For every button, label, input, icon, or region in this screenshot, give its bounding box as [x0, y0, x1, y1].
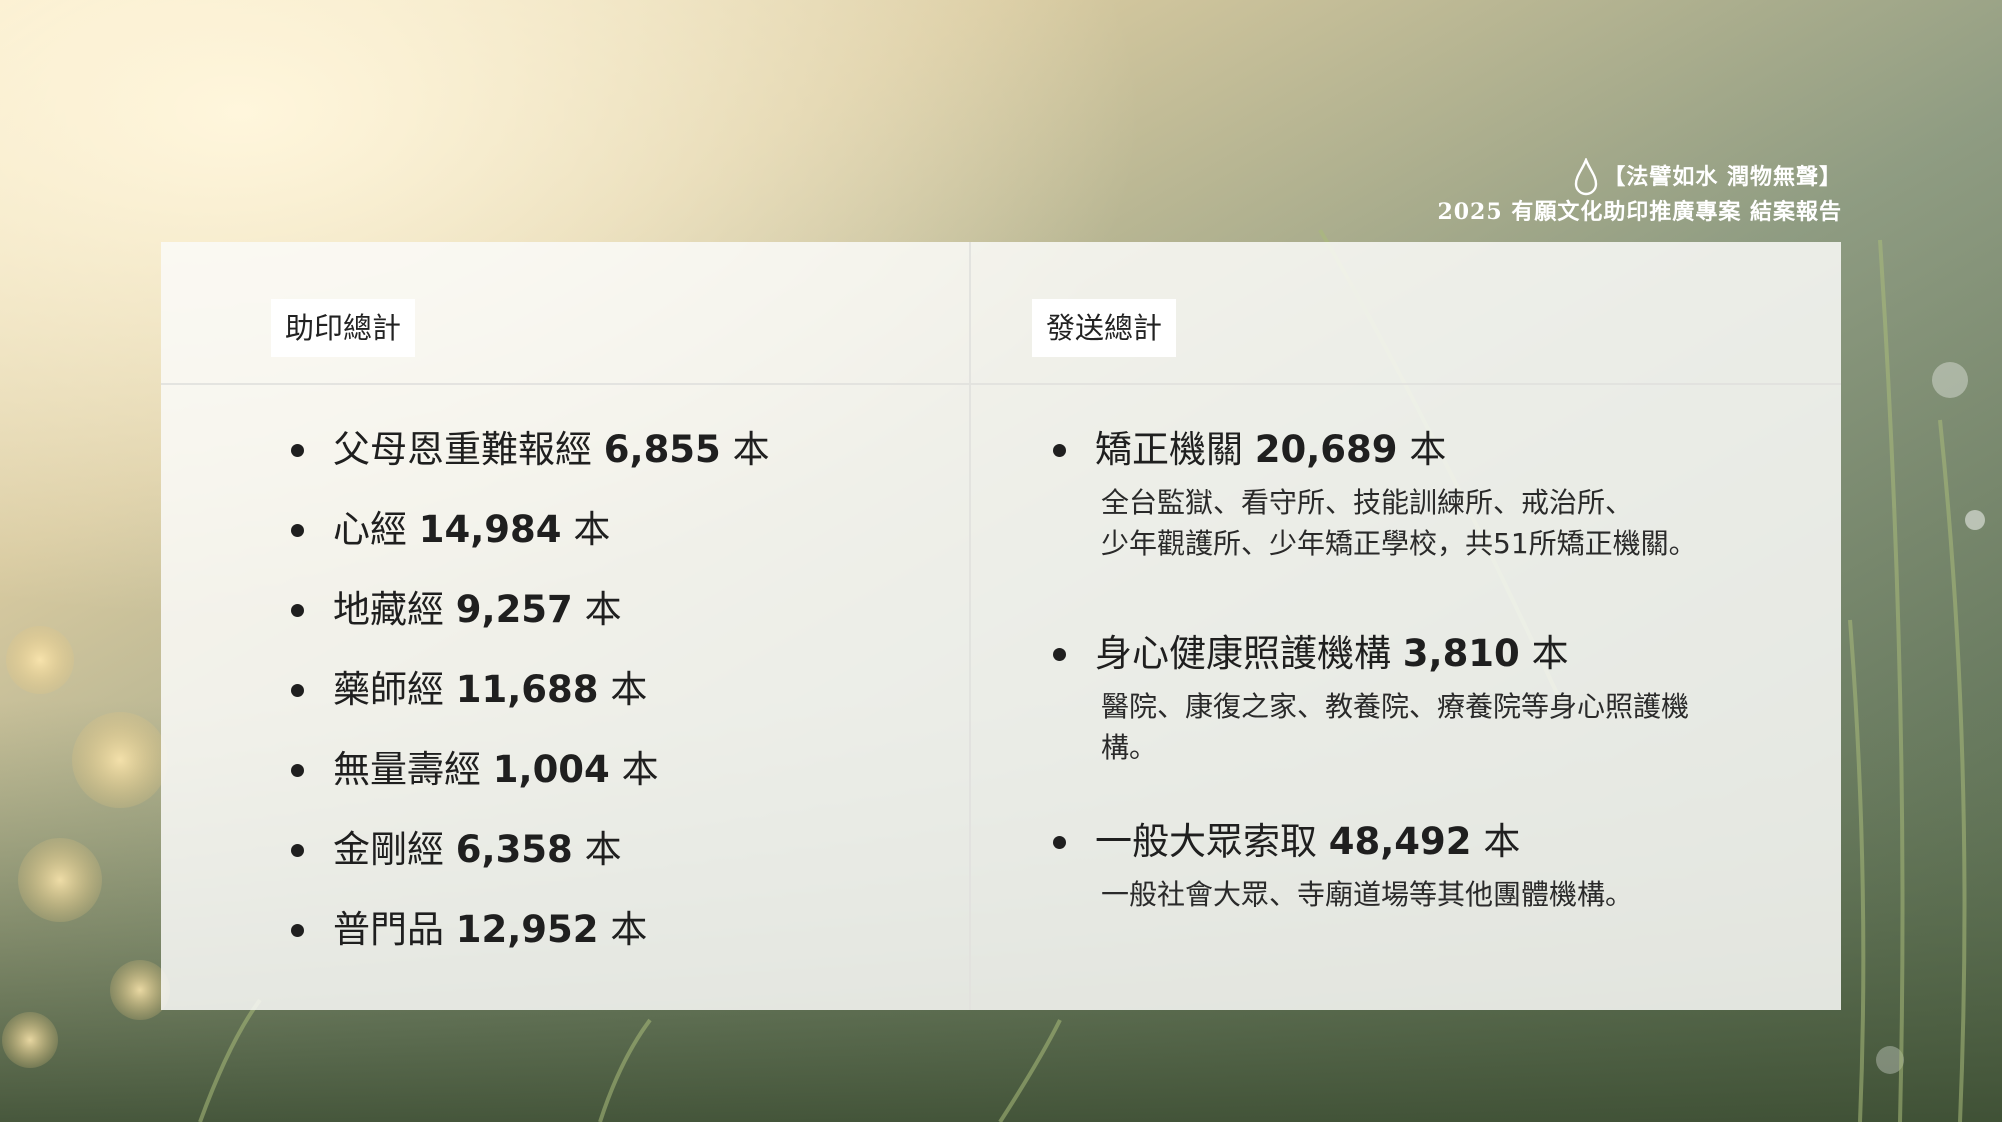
item-unit: 本 — [584, 588, 622, 631]
item-unit: 本 — [1409, 428, 1447, 471]
item-count: 14,984 — [418, 508, 562, 551]
bullet-icon — [1053, 648, 1066, 661]
item-name: 無量壽經 — [333, 748, 481, 791]
bullet-icon — [291, 524, 304, 537]
item-unit: 本 — [621, 748, 659, 791]
item-count: 6,855 — [603, 428, 721, 471]
description-line: 構。 — [1101, 731, 1158, 764]
item-count: 20,689 — [1254, 428, 1398, 471]
description-line: 少年觀護所、少年矯正學校，共51所矯正機關。 — [1101, 527, 1697, 560]
list-item: 父母恩重難報經 6,855 本 — [291, 428, 770, 508]
item-title: 身心健康照護機構 3,810 本 — [1095, 632, 1773, 676]
list-item: 矯正機關 20,689 本 全台監獄、看守所、技能訓練所、戒治所、 少年觀護所、… — [1053, 428, 1773, 632]
item-count: 9,257 — [455, 588, 573, 631]
description-line: 一般社會大眾、寺廟道場等其他團體機構。 — [1101, 878, 1634, 911]
bullet-icon — [291, 444, 304, 457]
list-item: 身心健康照護機構 3,810 本 醫院、康復之家、教養院、療養院等身心照護機 構… — [1053, 632, 1773, 820]
item-name: 一般大眾索取 — [1095, 820, 1317, 863]
item-name: 矯正機關 — [1095, 428, 1243, 471]
item-name: 地藏經 — [333, 588, 444, 631]
list-item: 藥師經 11,688 本 — [291, 668, 770, 748]
item-unit: 本 — [732, 428, 770, 471]
bullet-icon — [291, 764, 304, 777]
distribution-list: 矯正機關 20,689 本 全台監獄、看守所、技能訓練所、戒治所、 少年觀護所、… — [1053, 428, 1773, 915]
item-title: 一般大眾索取 48,492 本 — [1095, 820, 1773, 864]
item-name: 藥師經 — [333, 668, 444, 711]
bullet-icon — [291, 684, 304, 697]
bullet-icon — [291, 604, 304, 617]
item-name: 心經 — [333, 508, 407, 551]
report-header: 【法譬如水 潤物無聲】 2025 有願文化助印推廣專案 結案報告 — [1437, 158, 1842, 229]
horizontal-divider — [161, 383, 1841, 385]
list-item: 金剛經 6,358 本 — [291, 828, 770, 908]
item-unit: 本 — [573, 508, 611, 551]
item-count: 3,810 — [1402, 632, 1520, 675]
item-count: 1,004 — [492, 748, 610, 791]
water-drop-icon — [1575, 158, 1598, 196]
header-line1-row: 【法譬如水 潤物無聲】 — [1437, 158, 1842, 196]
description-line: 醫院、康復之家、教養院、療養院等身心照護機 — [1101, 690, 1690, 723]
printing-list: 父母恩重難報經 6,855 本 心經 14,984 本 地藏經 9,257 本 … — [291, 428, 770, 988]
item-count: 11,688 — [455, 668, 599, 711]
item-count: 48,492 — [1328, 820, 1472, 863]
item-unit: 本 — [1483, 820, 1521, 863]
item-count: 6,358 — [455, 828, 573, 871]
item-name: 金剛經 — [333, 828, 444, 871]
item-unit: 本 — [1531, 632, 1569, 675]
list-item: 普門品 12,952 本 — [291, 908, 770, 988]
item-title: 矯正機關 20,689 本 — [1095, 428, 1773, 472]
list-item: 地藏經 9,257 本 — [291, 588, 770, 668]
item-description: 全台監獄、看守所、技能訓練所、戒治所、 少年觀護所、少年矯正學校，共51所矯正機… — [1101, 482, 1731, 564]
list-item: 一般大眾索取 48,492 本 一般社會大眾、寺廟道場等其他團體機構。 — [1053, 820, 1773, 915]
bullet-icon — [1053, 444, 1066, 457]
bullet-icon — [291, 924, 304, 937]
printing-total-heading: 助印總計 — [271, 299, 416, 357]
header-line1: 【法譬如水 潤物無聲】 — [1603, 163, 1842, 190]
item-name: 父母恩重難報經 — [333, 428, 592, 471]
summary-panel: 助印總計 發送總計 父母恩重難報經 6,855 本 心經 14,984 本 地藏… — [161, 242, 1841, 1010]
item-count: 12,952 — [455, 908, 599, 951]
item-name: 身心健康照護機構 — [1095, 632, 1391, 675]
list-item: 心經 14,984 本 — [291, 508, 770, 588]
item-unit: 本 — [610, 908, 648, 951]
description-line: 全台監獄、看守所、技能訓練所、戒治所、 — [1101, 486, 1634, 519]
item-description: 醫院、康復之家、教養院、療養院等身心照護機 構。 — [1101, 686, 1731, 768]
item-description: 一般社會大眾、寺廟道場等其他團體機構。 — [1101, 874, 1731, 915]
list-item: 無量壽經 1,004 本 — [291, 748, 770, 828]
item-name: 普門品 — [333, 908, 444, 951]
bullet-icon — [291, 844, 304, 857]
vertical-divider — [969, 242, 971, 1010]
item-unit: 本 — [610, 668, 648, 711]
header-line2: 2025 有願文化助印推廣專案 結案報告 — [1437, 199, 1842, 225]
item-unit: 本 — [584, 828, 622, 871]
distribution-total-heading: 發送總計 — [1032, 299, 1177, 357]
bullet-icon — [1053, 836, 1066, 849]
